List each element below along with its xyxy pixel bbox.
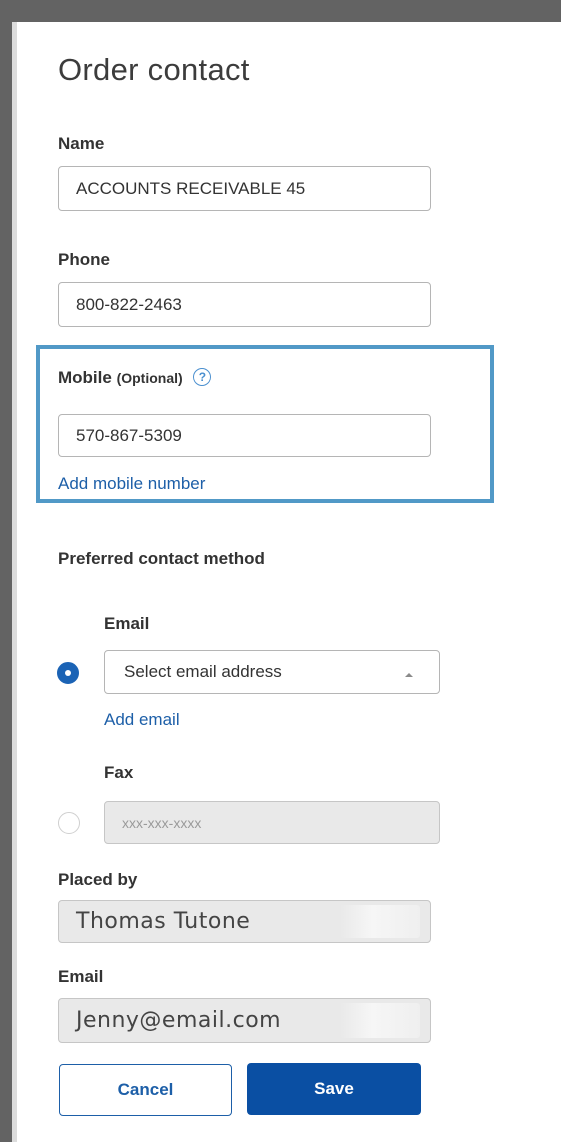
blur-overlay: [340, 905, 420, 938]
name-label: Name: [58, 134, 105, 153]
add-email-link[interactable]: Add email: [104, 710, 180, 730]
window-frame-left-inner: [12, 22, 17, 1142]
page-title: Order contact: [58, 52, 250, 87]
placed-by-field: Thomas Tutone: [58, 900, 431, 943]
window-frame-top: [0, 0, 561, 22]
fax-method-label: Fax: [104, 763, 134, 782]
help-icon[interactable]: ?: [193, 367, 212, 386]
cancel-button[interactable]: Cancel: [59, 1064, 232, 1116]
blur-overlay: [340, 1003, 420, 1038]
email-method-label: Email: [104, 614, 150, 633]
placed-by-label: Placed by: [58, 870, 138, 889]
email-select[interactable]: Select email address: [104, 650, 440, 694]
phone-input[interactable]: 800-822-2463: [58, 282, 431, 327]
mobile-label-text: Mobile: [58, 368, 112, 387]
email-label: Email: [58, 967, 104, 986]
fax-input[interactable]: xxx-xxx-xxxx: [104, 801, 440, 844]
email-value: Jenny@email.com: [76, 1008, 282, 1033]
fax-input-placeholder: xxx-xxx-xxxx: [122, 814, 202, 831]
fax-radio[interactable]: [58, 812, 80, 834]
phone-label: Phone: [58, 250, 110, 269]
mobile-optional-label: (Optional): [116, 370, 183, 386]
name-input[interactable]: ACCOUNTS RECEIVABLE 45: [58, 166, 431, 211]
preferred-contact-label: Preferred contact method: [58, 549, 265, 568]
window-frame-left: [0, 0, 12, 1142]
mobile-label: Mobile (Optional) ?: [58, 367, 212, 388]
name-input-value: ACCOUNTS RECEIVABLE 45: [76, 178, 306, 198]
save-button[interactable]: Save: [247, 1063, 421, 1115]
order-contact-panel: Order contact Name ACCOUNTS RECEIVABLE 4…: [0, 0, 561, 1142]
email-field: Jenny@email.com: [58, 998, 431, 1043]
mobile-input[interactable]: 570-867-5309: [58, 414, 431, 457]
chevron-up-icon: [405, 673, 413, 677]
add-mobile-number-link[interactable]: Add mobile number: [58, 474, 205, 494]
phone-input-value: 800-822-2463: [76, 294, 182, 314]
email-select-value: Select email address: [124, 662, 282, 681]
email-radio[interactable]: [57, 662, 79, 684]
placed-by-value: Thomas Tutone: [76, 909, 251, 934]
mobile-input-value: 570-867-5309: [76, 425, 182, 445]
